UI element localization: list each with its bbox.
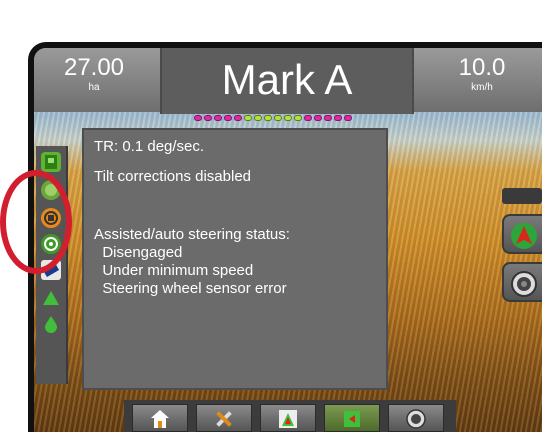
tools-button[interactable] — [196, 404, 252, 432]
boom-section-6 — [244, 115, 252, 121]
camera-lens-icon — [511, 271, 537, 297]
boom-section-15 — [334, 115, 342, 121]
guidance-view-icon — [279, 410, 297, 428]
boom-section-11 — [294, 115, 302, 121]
highlight-circle — [0, 170, 72, 274]
area-unit: ha — [88, 82, 100, 93]
camera-button[interactable] — [388, 404, 444, 432]
boom-section-3 — [214, 115, 222, 121]
speed-unit: km/h — [471, 82, 493, 93]
tractor-icon[interactable] — [41, 152, 61, 172]
tools-icon — [216, 411, 232, 427]
speed-readout[interactable]: 10.0 km/h — [422, 48, 542, 112]
mapping-icon — [344, 411, 360, 427]
top-status-bar: 27.00 ha Mark A 10.0 km/h — [34, 48, 542, 114]
mapping-button[interactable] — [324, 404, 380, 432]
camera-icon — [406, 409, 426, 429]
guidance-view-button[interactable] — [260, 404, 316, 432]
popup-line-tilt-corrections: Tilt corrections disabled — [94, 168, 252, 185]
droplet-icon[interactable] — [41, 314, 61, 334]
speed-value: 10.0 — [458, 54, 506, 81]
boom-section-8 — [264, 115, 272, 121]
popup-line-min-speed: Under minimum speed — [94, 262, 254, 279]
boom-section-5 — [234, 115, 242, 121]
area-value: 27.00 — [63, 54, 125, 81]
camera-lens-button[interactable] — [502, 262, 542, 302]
popup-line-sensor-error: Steering wheel sensor error — [94, 280, 287, 297]
triangle-up-icon[interactable] — [41, 288, 61, 308]
guidance-arrow-icon — [511, 223, 537, 249]
title-panel: Mark A — [160, 48, 414, 114]
area-readout[interactable]: 27.00 ha — [34, 48, 154, 112]
boom-section-1 — [194, 115, 202, 121]
boom-section-12 — [304, 115, 312, 121]
display-bezel: 27.00 ha Mark A 10.0 km/h TR: 0.1 deg/se… — [28, 42, 542, 432]
bottom-menu-bar — [124, 400, 456, 432]
boom-section-2 — [204, 115, 212, 121]
page-title: Mark A — [221, 56, 353, 103]
combine-silhouette — [502, 188, 542, 204]
popup-line-tilt-rate: TR: 0.1 deg/sec. — [94, 138, 205, 155]
boom-section-4 — [224, 115, 232, 121]
boom-section-13 — [314, 115, 322, 121]
guidance-screen: 27.00 ha Mark A 10.0 km/h TR: 0.1 deg/se… — [34, 48, 542, 432]
home-button[interactable] — [132, 404, 188, 432]
boom-section-bar — [194, 115, 352, 123]
boom-section-14 — [324, 115, 332, 121]
boom-section-7 — [254, 115, 262, 121]
boom-section-16 — [344, 115, 352, 121]
guidance-arrow-button[interactable] — [502, 214, 542, 254]
home-icon — [151, 410, 169, 428]
popup-line-steering-status: Assisted/auto steering status: — [94, 226, 290, 243]
boom-section-9 — [274, 115, 282, 121]
boom-section-10 — [284, 115, 292, 121]
steering-info-popup: TR: 0.1 deg/sec. Tilt corrections disabl… — [82, 128, 388, 390]
popup-line-disengaged: Disengaged — [94, 244, 183, 261]
